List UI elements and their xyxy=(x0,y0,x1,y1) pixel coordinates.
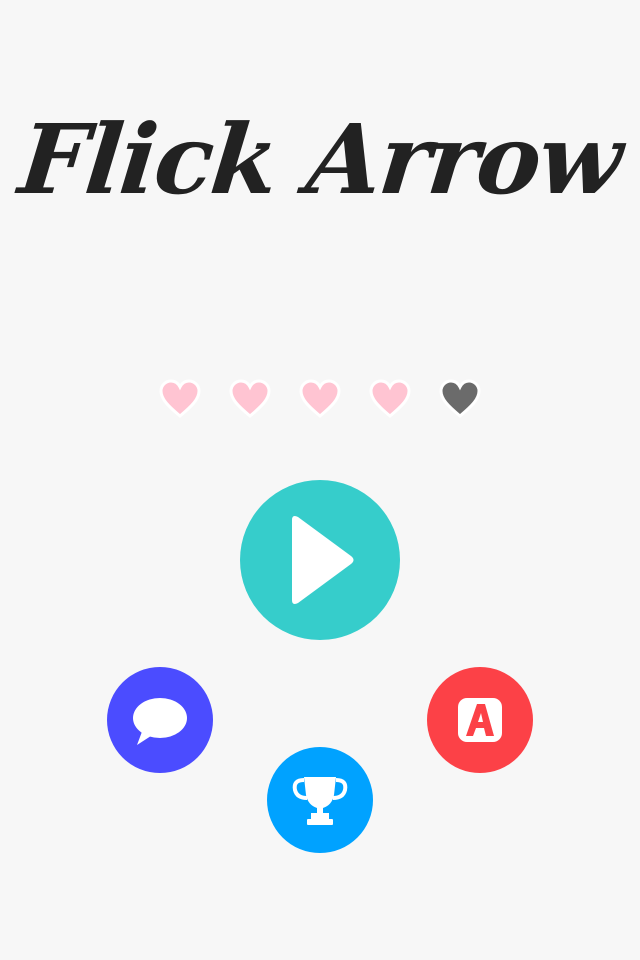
leaderboard-button[interactable] xyxy=(267,747,373,853)
heart-icon-1 xyxy=(158,378,202,422)
play-button[interactable] xyxy=(240,480,400,640)
heart-icon-5 xyxy=(438,378,482,422)
play-icon xyxy=(292,516,354,604)
app-button[interactable] xyxy=(427,667,533,773)
heart-icon-4 xyxy=(368,378,412,422)
trophy-icon xyxy=(292,777,348,825)
heart-icon-3 xyxy=(298,378,342,422)
speech-bubble-icon xyxy=(133,698,187,745)
heart-icon-2 xyxy=(228,378,272,422)
chat-button[interactable] xyxy=(107,667,213,773)
game-title: Flick Arrow xyxy=(14,103,626,216)
app-store-a-icon xyxy=(458,698,502,742)
lives-indicator xyxy=(0,378,640,422)
